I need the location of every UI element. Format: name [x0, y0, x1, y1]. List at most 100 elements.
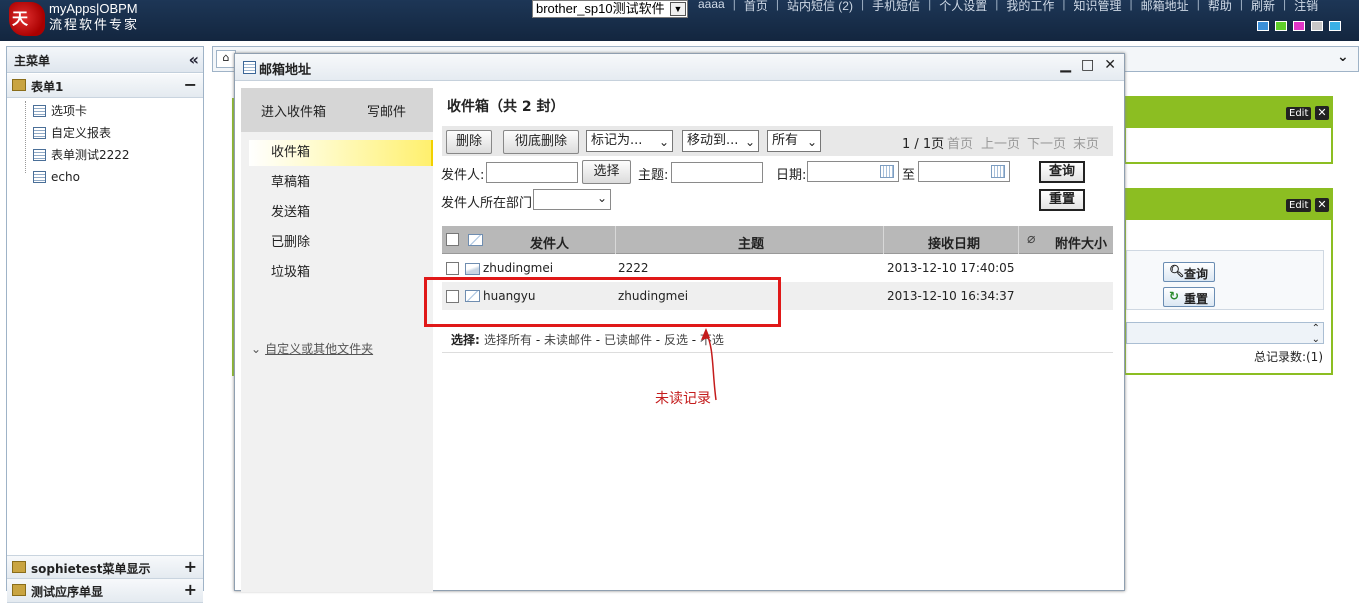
last-page-link[interactable]: 末页	[1073, 133, 1099, 152]
close-icon[interactable]: ✕	[1315, 106, 1329, 120]
calendar-icon[interactable]	[991, 165, 1005, 178]
reset-button[interactable]: 重置	[1039, 189, 1085, 211]
query-button[interactable]: 查询	[1039, 161, 1085, 183]
nav-separator: |	[1062, 0, 1066, 11]
theme-swatch[interactable]	[1275, 21, 1287, 31]
top-nav-item[interactable]: 注销	[1294, 0, 1318, 13]
delete-button[interactable]: 删除	[446, 130, 492, 154]
move-to-select[interactable]: 移动到... ⌄	[682, 130, 759, 152]
top-nav-item[interactable]: 知识管理	[1074, 0, 1122, 13]
folder-deleted[interactable]: 已删除	[271, 231, 310, 255]
calendar-icon[interactable]	[880, 165, 894, 178]
chevron-down-icon[interactable]: ⌄	[1337, 49, 1349, 65]
filter-select[interactable]: 所有 ⌄	[767, 130, 821, 152]
application-select[interactable]: brother_sp10测试软件 ▼	[532, 0, 688, 18]
menu-group-label: sophietest菜单显示	[31, 562, 151, 576]
brand-title: myApps|OBPM	[49, 1, 138, 16]
folder-drafts[interactable]: 草稿箱	[271, 171, 310, 195]
permanent-delete-button[interactable]: 彻底删除	[503, 130, 579, 154]
select-sender-button[interactable]: 选择	[582, 160, 631, 184]
subject-input[interactable]	[671, 162, 763, 183]
menu-group-sophietest[interactable]: sophietest菜单显示 +	[7, 555, 203, 579]
maximize-icon[interactable]: □	[1081, 57, 1094, 73]
sender-input[interactable]	[486, 162, 578, 183]
row-subject[interactable]: 2222	[618, 261, 649, 275]
subject-label: 主题:	[638, 168, 669, 183]
top-nav-item[interactable]: 站内短信 (2)	[787, 0, 853, 13]
column-subject[interactable]: 主题	[738, 233, 764, 252]
top-nav-item[interactable]: 个人设置	[939, 0, 987, 13]
top-nav-item[interactable]: 首页	[744, 0, 768, 13]
select-all-checkbox[interactable]	[446, 233, 459, 246]
background-card-1: Edit ✕	[1124, 96, 1333, 164]
select-option-link[interactable]: 已读邮件	[604, 333, 652, 347]
brand-subtitle: 流程软件专家	[49, 17, 140, 32]
menu-group-test[interactable]: 测试应序单显 +	[7, 579, 203, 603]
menu-item[interactable]: echo	[33, 167, 80, 187]
dept-label: 发件人所在部门:	[441, 196, 537, 211]
chevron-down-icon[interactable]: ▼	[670, 2, 686, 16]
expand-toggle-icon[interactable]: +	[184, 557, 197, 576]
date-to-input[interactable]	[918, 161, 1010, 182]
top-nav-item[interactable]: 手机短信	[872, 0, 920, 13]
minimize-icon[interactable]: ▁	[1060, 57, 1071, 73]
home-icon[interactable]: ⌂	[216, 50, 236, 68]
theme-swatch[interactable]	[1257, 21, 1269, 31]
folder-sent[interactable]: 发送箱	[271, 201, 310, 225]
date-from-input[interactable]	[807, 161, 899, 182]
top-nav-item[interactable]: 帮助	[1208, 0, 1232, 13]
select-separator: -	[591, 333, 604, 347]
top-nav-item[interactable]: 我的工作	[1006, 0, 1054, 13]
menu-item[interactable]: 自定义报表	[33, 123, 111, 143]
prev-page-link[interactable]: 上一页	[981, 133, 1020, 152]
logo-char: 天	[12, 9, 29, 28]
select-option-link[interactable]: 反选	[664, 333, 688, 347]
theme-swatch[interactable]	[1329, 21, 1341, 31]
edit-button[interactable]: Edit	[1286, 199, 1312, 212]
select-option-link[interactable]: 选择所有	[484, 333, 532, 347]
menu-item[interactable]: 表单测试2222	[33, 145, 130, 165]
table-icon	[33, 127, 46, 139]
top-nav-item[interactable]: 刷新	[1251, 0, 1275, 13]
reset-button-label: 重置	[1184, 292, 1209, 306]
theme-swatch[interactable]	[1311, 21, 1323, 31]
menu-group-form1[interactable]: 表单1 −	[7, 74, 203, 98]
column-divider	[883, 226, 884, 254]
theme-swatch[interactable]	[1293, 21, 1305, 31]
menu-item[interactable]: 选项卡	[33, 101, 87, 121]
compose-link[interactable]: 写邮件	[367, 101, 406, 120]
top-nav-item[interactable]: 邮箱地址	[1141, 0, 1189, 13]
spinner-icon[interactable]: ⌃ ⌄	[1312, 323, 1320, 345]
select-option-link[interactable]: 未读邮件	[544, 333, 592, 347]
left-menu-panel: 主菜单 « 表单1 − 选项卡 自定义报表 表单测试2222 echo soph…	[6, 46, 204, 603]
first-page-link[interactable]: 首页	[947, 133, 973, 152]
column-date[interactable]: 接收日期	[928, 233, 980, 252]
mark-as-select[interactable]: 标记为... ⌄	[586, 130, 673, 152]
top-nav-item[interactable]: aaaa	[698, 0, 725, 13]
column-attachment-size[interactable]: 附件大小	[1055, 233, 1107, 252]
folder-inbox[interactable]: 收件箱	[271, 141, 310, 165]
column-sender[interactable]: 发件人	[530, 233, 569, 252]
nav-separator: |	[1196, 0, 1200, 11]
dept-select[interactable]: ⌄	[533, 189, 611, 210]
dialog-titlebar[interactable]: 邮箱地址	[235, 54, 1124, 81]
mail-table-header: 发件人 主题 接收日期 ⌀ 附件大小	[442, 226, 1113, 254]
expand-toggle-icon[interactable]: +	[184, 580, 197, 599]
row-date: 2013-12-10 16:34:37	[887, 289, 1015, 303]
collapse-toggle-icon[interactable]: −	[184, 75, 197, 94]
custom-folders-link[interactable]: ⌄ 自定义或其他文件夹	[251, 340, 373, 357]
collapse-icon[interactable]: «	[189, 50, 199, 69]
scroll-field[interactable]: ⌃ ⌄	[1126, 322, 1324, 345]
menu-item-label: 选项卡	[51, 104, 88, 118]
folder-junk[interactable]: 垃圾箱	[271, 261, 310, 285]
close-icon[interactable]: ✕	[1104, 57, 1116, 73]
edit-button[interactable]: Edit	[1286, 107, 1312, 120]
query-button[interactable]: 🔍︎ 查询	[1163, 262, 1216, 282]
row-checkbox[interactable]	[446, 262, 459, 275]
envelope-icon	[468, 234, 483, 246]
row-sender[interactable]: zhudingmei	[483, 261, 553, 275]
next-page-link[interactable]: 下一页	[1027, 133, 1066, 152]
reset-button[interactable]: ↻ 重置	[1163, 287, 1216, 307]
enter-inbox-link[interactable]: 进入收件箱	[261, 101, 326, 120]
close-icon[interactable]: ✕	[1315, 198, 1329, 212]
